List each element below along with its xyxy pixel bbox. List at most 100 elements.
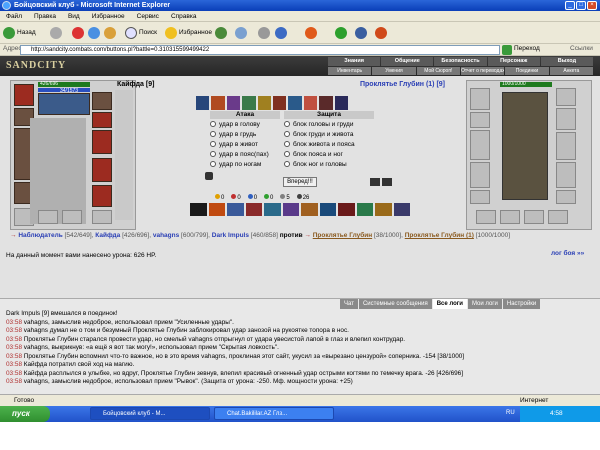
addon2-button[interactable] — [375, 25, 387, 41]
radio-icon[interactable] — [284, 121, 290, 127]
subnav-inventory[interactable]: Инвентарь — [328, 67, 372, 75]
radio-icon[interactable] — [210, 121, 216, 127]
forward-attack-button[interactable]: Вперед!!! — [283, 177, 317, 187]
effect-icon-1[interactable] — [190, 203, 207, 216]
opponent-boots-slot[interactable] — [556, 190, 576, 204]
effect-icon-9[interactable] — [338, 203, 355, 216]
tab-chat[interactable]: Чат — [340, 299, 358, 309]
edit-button[interactable] — [275, 25, 287, 41]
refresh-button[interactable] — [88, 25, 100, 41]
player-shield-slot[interactable] — [92, 130, 112, 154]
effect-icon-7[interactable] — [301, 203, 318, 216]
addon1-button[interactable] — [355, 25, 367, 41]
effect-icon-6[interactable] — [282, 203, 299, 216]
maximize-button[interactable]: □ — [576, 1, 586, 10]
player-rune-slot-2[interactable] — [62, 210, 82, 224]
player-rune-slot-1[interactable] — [38, 210, 58, 224]
player-pants-slot[interactable] — [92, 158, 112, 182]
messenger-button[interactable] — [335, 25, 347, 41]
attack-legs[interactable]: удар по ногам — [210, 159, 280, 169]
opponent-rune-slot-3[interactable] — [524, 210, 544, 224]
skill-icon-8[interactable] — [303, 96, 318, 110]
opponent-gloves-slot[interactable] — [556, 88, 576, 106]
opponent-armor-slot[interactable] — [470, 162, 490, 188]
opponent-rune-slot-4[interactable] — [548, 210, 568, 224]
player-ring-slot[interactable] — [92, 112, 112, 128]
tab-settings[interactable]: Настройки — [502, 299, 541, 309]
nav-communication[interactable]: Общение — [381, 57, 434, 66]
battle-log-link[interactable]: лог боя »» — [551, 250, 584, 257]
skill-icon-3[interactable] — [226, 96, 241, 110]
radio-icon[interactable] — [210, 131, 216, 137]
menu-view[interactable]: Вид — [62, 11, 86, 22]
mail-button[interactable] — [235, 25, 247, 41]
discuss-button[interactable] — [305, 25, 317, 41]
opponent-rune-slot-1[interactable] — [476, 210, 496, 224]
radio-icon[interactable] — [210, 161, 216, 167]
skill-icon-6[interactable] — [273, 96, 287, 110]
history-button[interactable] — [215, 25, 227, 41]
subnav-battles[interactable]: Поединки — [505, 67, 549, 75]
effect-icon-5[interactable] — [264, 203, 281, 216]
nav-knowledge[interactable]: Знания — [328, 57, 381, 66]
participant-kaifda[interactable]: Кайфда — [95, 232, 120, 239]
skill-icon-2[interactable] — [211, 96, 225, 110]
tab-all-logs[interactable]: Все логи — [432, 299, 467, 309]
skill-icon-9[interactable] — [319, 96, 333, 110]
radio-icon[interactable] — [284, 161, 290, 167]
opponent-shield-slot[interactable] — [556, 132, 576, 160]
stop-button[interactable] — [72, 25, 84, 41]
player-gloves-slot[interactable] — [92, 92, 112, 110]
skill-icon-5[interactable] — [257, 96, 272, 110]
opponent-pants-slot[interactable] — [556, 162, 576, 188]
start-button[interactable]: пуск — [0, 406, 50, 422]
back-button[interactable]: Назад — [3, 25, 36, 41]
participant-vahagns[interactable]: vahagns — [153, 232, 179, 239]
effect-icon-8[interactable] — [319, 203, 336, 216]
observer-link[interactable]: Наблюдатель — [18, 232, 62, 239]
effect-icon-3[interactable] — [227, 203, 244, 216]
radio-icon[interactable] — [284, 131, 290, 137]
player-boots-slot[interactable] — [92, 185, 112, 207]
effect-icon-2[interactable] — [208, 203, 225, 216]
tab-system-messages[interactable]: Системные сообщения — [358, 299, 432, 309]
block-head-chest[interactable]: блок головы и груди — [284, 119, 374, 129]
subnav-profile[interactable]: Анкета — [549, 67, 593, 75]
minimize-button[interactable]: _ — [565, 1, 575, 10]
radio-icon[interactable] — [210, 141, 216, 147]
menu-help[interactable]: Справка — [165, 11, 203, 22]
go-arrow-icon[interactable] — [502, 45, 512, 55]
skill-icon-4[interactable] — [242, 96, 256, 110]
block-legs-head[interactable]: блок ног и головы — [284, 159, 374, 169]
nav-security[interactable]: Безопасность — [434, 57, 487, 66]
menu-edit[interactable]: Правка — [28, 11, 62, 22]
effect-icon-4[interactable] — [245, 203, 262, 216]
player-rune-slot-3[interactable] — [92, 210, 112, 224]
opponent-name[interactable]: Проклятье Глубин (1) [9] — [360, 81, 445, 88]
opponent-earrings-slot[interactable] — [470, 112, 490, 128]
subnav-europe[interactable]: Мой Сюроп! — [416, 67, 460, 75]
player-helmet-slot[interactable] — [14, 84, 34, 106]
player-name[interactable]: Кайфда [9] — [117, 81, 154, 88]
links-button[interactable]: Ссылки — [570, 45, 593, 52]
block-chest-belly[interactable]: блок груди и живота — [284, 129, 374, 139]
skill-icon-10[interactable] — [334, 96, 349, 110]
print-button[interactable] — [258, 25, 270, 41]
subnav-skills[interactable]: Умения — [372, 67, 416, 75]
language-indicator[interactable]: RU — [506, 410, 515, 416]
task-ie-window[interactable]: Бойцовский клуб - M... — [90, 407, 210, 420]
radio-icon[interactable] — [284, 141, 290, 147]
nav-character[interactable]: Персонаж — [487, 57, 540, 66]
attack-belly[interactable]: удар в живот — [210, 139, 280, 149]
refresh-battle-icon[interactable] — [370, 178, 380, 186]
address-input[interactable]: http://sandcity.combats.com/buttons.pl?b… — [20, 45, 500, 55]
radio-icon[interactable] — [210, 151, 216, 157]
opponent-rune-slot-2[interactable] — [500, 210, 520, 224]
search-button[interactable]: Поиск — [125, 25, 157, 41]
menu-file[interactable]: Файл — [0, 11, 28, 22]
menu-favorites[interactable]: Избранное — [86, 11, 131, 22]
opponent-weapon-slot[interactable] — [470, 130, 490, 160]
attack-groin[interactable]: удар в пояс(пах) — [210, 149, 280, 159]
opponent-ring-slot[interactable] — [556, 108, 576, 130]
effect-icon-12[interactable] — [393, 203, 410, 216]
